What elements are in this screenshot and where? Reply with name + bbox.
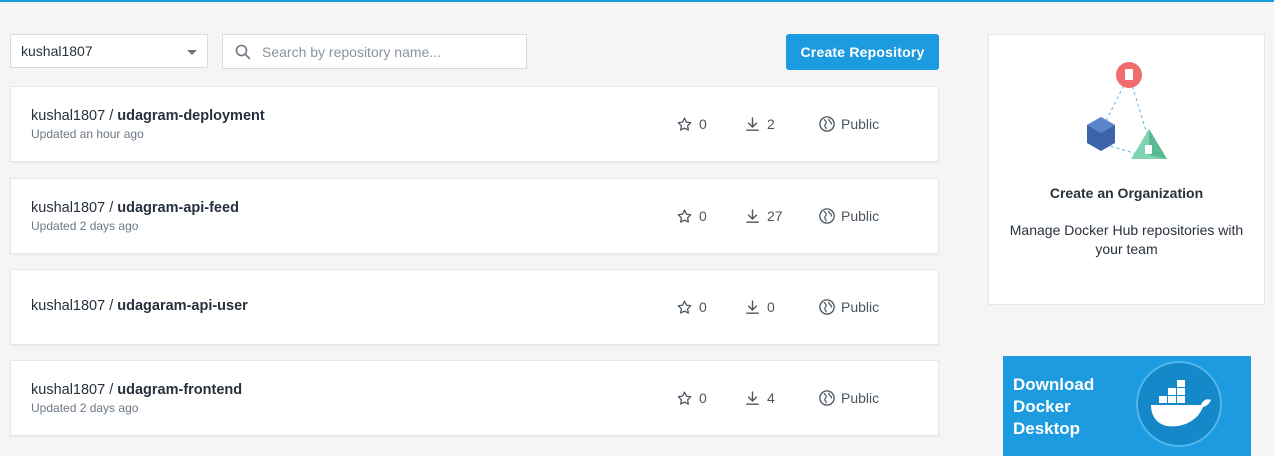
stars-stat: 0 [676,179,707,253]
repository-short-name: udagram-deployment [117,108,265,124]
visibility-label: Public [841,116,880,132]
repository-owner: kushal1807 / [31,298,118,314]
docker-whale-icon [1136,361,1222,447]
star-icon [676,208,699,225]
chevron-down-icon [187,50,197,55]
download-icon [744,390,767,407]
repository-short-name: udagram-api-feed [117,200,239,216]
namespace-select[interactable]: kushal1807 [10,34,208,68]
org-card-description: Manage Docker Hub repositories with your… [1009,222,1244,257]
repository-owner: kushal1807 / [31,108,118,124]
star-icon [676,299,699,316]
stars-count: 0 [699,116,707,132]
repository-short-name: udagaram-api-user [117,298,248,314]
globe-icon [818,207,841,225]
org-card-title: Create an Organization [1049,185,1204,201]
repository-name[interactable]: kushal1807 / udagram-api-feed [31,200,239,216]
repository-updated: Updated an hour ago [31,127,144,141]
globe-icon [818,115,841,133]
pulls-stat: 2 [744,87,775,161]
pulls-count: 2 [767,116,775,132]
repository-owner: kushal1807 / [31,200,118,216]
search-input[interactable] [260,42,504,61]
top-accent-line [0,0,1274,2]
stars-stat: 0 [676,361,707,435]
download-docker-desktop-banner[interactable]: Download Docker Desktop [1003,356,1251,456]
organization-illustration-icon [1087,62,1167,159]
visibility-stat: Public [818,179,879,253]
promo-text: Download Docker Desktop [1013,375,1095,438]
repository-row[interactable]: kushal1807 / udagaram-api-user 0 0 Public [10,269,939,345]
pulls-stat: 27 [744,179,783,253]
globe-icon [818,389,841,407]
visibility-stat: Public [818,270,879,344]
pulls-count: 4 [767,390,775,406]
stars-count: 0 [699,299,707,315]
stars-count: 0 [699,208,707,224]
stars-count: 0 [699,390,707,406]
download-icon [744,116,767,133]
repository-name[interactable]: kushal1807 / udagram-deployment [31,108,265,124]
repository-row[interactable]: kushal1807 / udagram-frontend Updated 2 d… [10,360,939,436]
download-icon [744,299,767,316]
globe-icon [818,298,841,316]
visibility-stat: Public [818,87,879,161]
repository-updated: Updated 2 days ago [31,401,139,415]
namespace-select-value: kushal1807 [21,43,93,59]
pulls-count: 0 [767,299,775,315]
create-organization-card[interactable]: Create an Organization Manage Docker Hub… [988,34,1265,305]
stars-stat: 0 [676,270,707,344]
create-repository-button[interactable]: Create Repository [786,34,939,70]
repository-short-name: udagram-frontend [117,382,243,398]
pulls-stat: 0 [744,270,775,344]
pulls-stat: 4 [744,361,775,435]
repository-updated: Updated 2 days ago [31,219,139,233]
pulls-count: 27 [767,208,783,224]
visibility-label: Public [841,390,880,406]
search-box[interactable] [222,34,527,69]
repository-row[interactable]: kushal1807 / udagram-api-feed Updated 2 d… [10,178,939,254]
star-icon [676,116,699,133]
stars-stat: 0 [676,87,707,161]
repository-name[interactable]: kushal1807 / udagram-frontend [31,382,242,398]
search-icon [235,44,251,59]
repository-owner: kushal1807 / [31,382,118,398]
repository-name[interactable]: kushal1807 / udagaram-api-user [31,298,248,314]
visibility-label: Public [841,208,880,224]
visibility-stat: Public [818,361,879,435]
repository-row[interactable]: kushal1807 / udagram-deployment Updated a… [10,86,939,162]
download-icon [744,208,767,225]
visibility-label: Public [841,299,880,315]
star-icon [676,390,699,407]
